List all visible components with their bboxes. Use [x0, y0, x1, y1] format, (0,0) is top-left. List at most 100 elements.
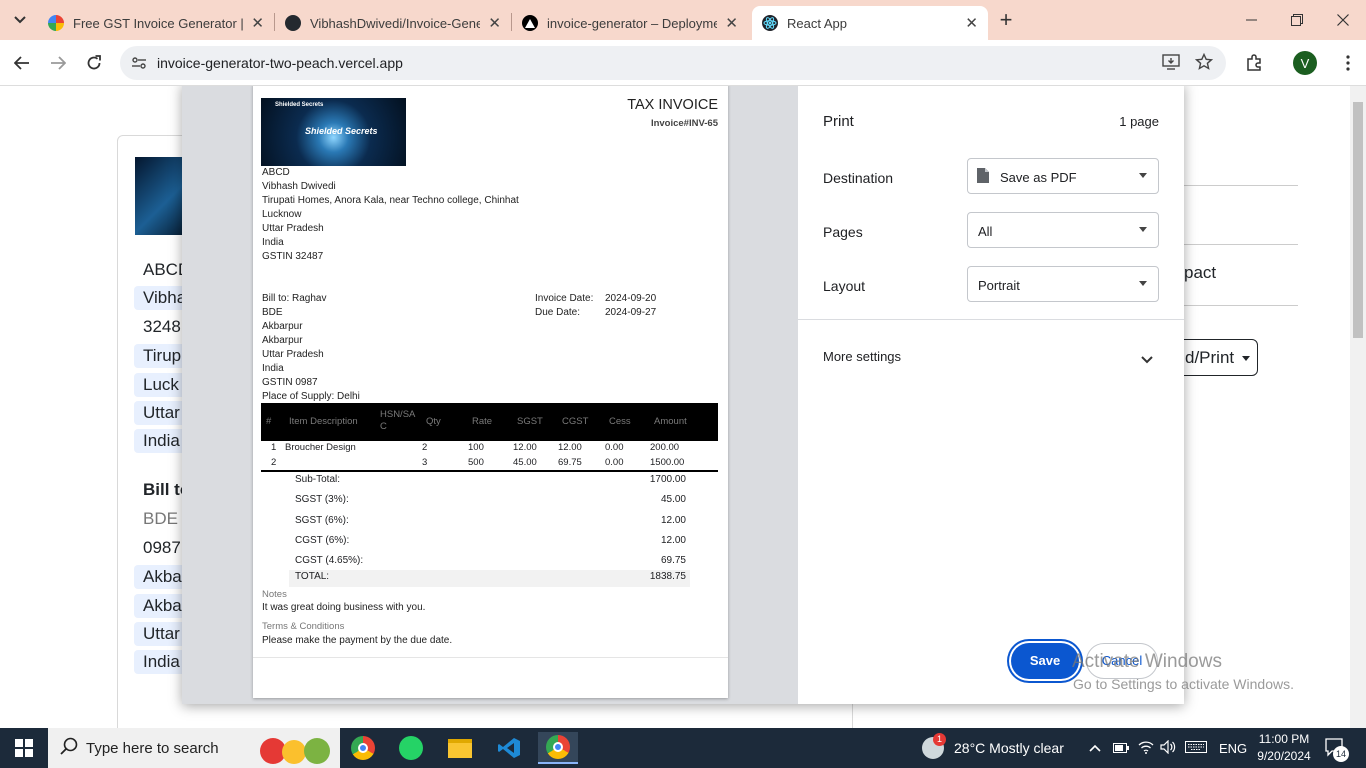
windows-start-icon[interactable] [4, 732, 44, 764]
col-header: # [266, 416, 272, 427]
total-row: Sub-Total: 1700.00 [289, 474, 690, 490]
terms-text: Please make the payment by the due date. [262, 635, 453, 646]
tab-gst-invoice[interactable]: Free GST Invoice Generator | Fre ✕ [38, 6, 274, 40]
clock-time[interactable]: 11:00 PM [1257, 732, 1311, 746]
keyboard-icon[interactable] [1185, 741, 1207, 756]
divider [1183, 185, 1298, 186]
wifi-icon[interactable] [1138, 740, 1154, 757]
cell: Broucher Design [285, 442, 356, 453]
close-tab-icon[interactable]: ✕ [965, 14, 978, 32]
bg-label: pact [1184, 263, 1217, 282]
seller-line: Uttar Pradesh [262, 223, 324, 234]
seller-line: ABCD [262, 167, 290, 178]
total-value: 69.75 [660, 555, 686, 566]
search-icon [60, 737, 78, 759]
logo-text: Shielded Secrets [275, 102, 324, 108]
pages-select[interactable]: All [967, 212, 1159, 248]
invoice-page: Shielded Secrets Shielded Secrets TAX IN… [253, 86, 728, 698]
vscode-taskbar-icon[interactable] [489, 732, 529, 764]
close-tab-icon[interactable]: ✕ [251, 14, 264, 32]
layout-label: Layout [823, 278, 866, 294]
chrome-taskbar-icon[interactable] [343, 732, 383, 764]
forward-icon[interactable] [43, 48, 73, 78]
seller-line: Lucknow [262, 209, 302, 220]
destination-label: Destination [823, 170, 894, 186]
divider [1183, 305, 1298, 306]
invoice-number: Invoice#INV-65 [650, 118, 718, 129]
chevron-up-icon[interactable] [1089, 740, 1101, 755]
tab-github[interactable]: VibhashDwivedi/Invoice-Genera ✕ [275, 6, 511, 40]
col-header: Cess [609, 416, 631, 427]
close-window-icon[interactable] [1320, 0, 1366, 40]
reload-icon[interactable] [79, 48, 109, 78]
cell: 1 [271, 442, 277, 453]
cell: 2 [422, 442, 428, 453]
page-scrollbar[interactable] [1350, 86, 1366, 728]
tab-react-app[interactable]: React App ✕ [752, 6, 988, 40]
page-content: ABCD Vibhash 3248 Tirup Luck Uttar India… [0, 86, 1366, 728]
cell: 2 [271, 457, 277, 468]
seller-line: Tirupati Homes, Anora Kala, near Techno … [262, 195, 519, 206]
language-indicator[interactable]: ENG [1219, 741, 1247, 756]
total-label: TOTAL: [295, 571, 330, 582]
weather-badge: 1 [933, 733, 946, 746]
volume-icon[interactable] [1160, 739, 1176, 757]
back-icon[interactable] [7, 48, 37, 78]
destination-select[interactable]: Save as PDF [967, 158, 1159, 194]
profile-avatar[interactable]: V [1293, 51, 1317, 75]
grand-total-row: TOTAL: 1838.75 [289, 570, 690, 587]
minimize-icon[interactable] [1228, 0, 1274, 40]
chrome-active-taskbar-icon[interactable] [538, 732, 578, 764]
restore-icon[interactable] [1274, 0, 1320, 40]
taskbar-search-box[interactable]: Type here to search [48, 728, 340, 768]
tab-search-chevron-icon[interactable] [8, 8, 32, 32]
bookmark-star-icon[interactable] [1194, 52, 1214, 76]
whatsapp-taskbar-icon[interactable] [391, 732, 431, 764]
search-placeholder: Type here to search [86, 739, 219, 757]
fruit-search-highlight-icon [260, 734, 336, 764]
cell: 12.00 [513, 442, 537, 453]
chrome-menu-icon[interactable] [1333, 48, 1363, 78]
table-row: 1 Broucher Design 2 100 12.00 12.00 0.00… [261, 442, 718, 457]
pages-label: Pages [823, 224, 863, 240]
cell: 45.00 [513, 457, 537, 468]
total-row: SGST (6%): 12.00 [289, 515, 690, 531]
total-label: CGST (4.65%): [295, 555, 364, 566]
close-tab-icon[interactable]: ✕ [725, 14, 738, 32]
dropdown-arrow-icon [1139, 281, 1147, 286]
address-bar[interactable]: invoice-generator-two-peach.vercel.app [120, 46, 1226, 80]
new-tab-icon[interactable]: + [994, 7, 1018, 32]
total-value: 12.00 [660, 515, 686, 526]
bill-to-line: Bill to: Raghav [262, 293, 327, 304]
clock-date[interactable]: 9/20/2024 [1254, 749, 1314, 763]
install-app-icon[interactable] [1162, 54, 1180, 75]
seller-line: Vibhash Dwivedi [262, 181, 336, 192]
tab-title: VibhashDwivedi/Invoice-Genera [310, 15, 481, 31]
tab-vercel[interactable]: invoice-generator – Deploymen ✕ [512, 6, 748, 40]
battery-icon[interactable] [1113, 741, 1129, 756]
weather-text[interactable]: 28°C Mostly clear [954, 740, 1064, 756]
close-tab-icon[interactable]: ✕ [488, 14, 501, 32]
browser-toolbar: invoice-generator-two-peach.vercel.app V [0, 40, 1366, 86]
divider [1183, 244, 1298, 245]
pages-value: All [978, 224, 993, 239]
col-header: HSN/SA C [380, 409, 416, 432]
site-info-icon[interactable] [131, 55, 147, 76]
notifications-icon[interactable]: 14 [1325, 738, 1349, 762]
file-explorer-taskbar-icon[interactable] [440, 732, 480, 764]
logo-caption: Shielded Secrets [305, 126, 378, 136]
extensions-icon[interactable] [1239, 48, 1269, 78]
scrollbar-thumb[interactable] [1353, 102, 1363, 338]
tab-title: React App [787, 15, 847, 31]
save-button[interactable]: Save [1011, 643, 1079, 679]
page-count: 1 page [1119, 114, 1159, 129]
layout-value: Portrait [978, 278, 1020, 293]
layout-select[interactable]: Portrait [967, 266, 1159, 302]
url-text[interactable]: invoice-generator-two-peach.vercel.app [157, 55, 403, 71]
download-print-label: d/Print [1185, 348, 1235, 367]
total-label: SGST (6%): [295, 515, 349, 526]
more-settings-toggle[interactable]: More settings [798, 338, 1184, 374]
print-title: Print [823, 113, 854, 130]
weather-icon[interactable]: 1 [915, 732, 951, 764]
total-value: 1700.00 [649, 474, 686, 485]
